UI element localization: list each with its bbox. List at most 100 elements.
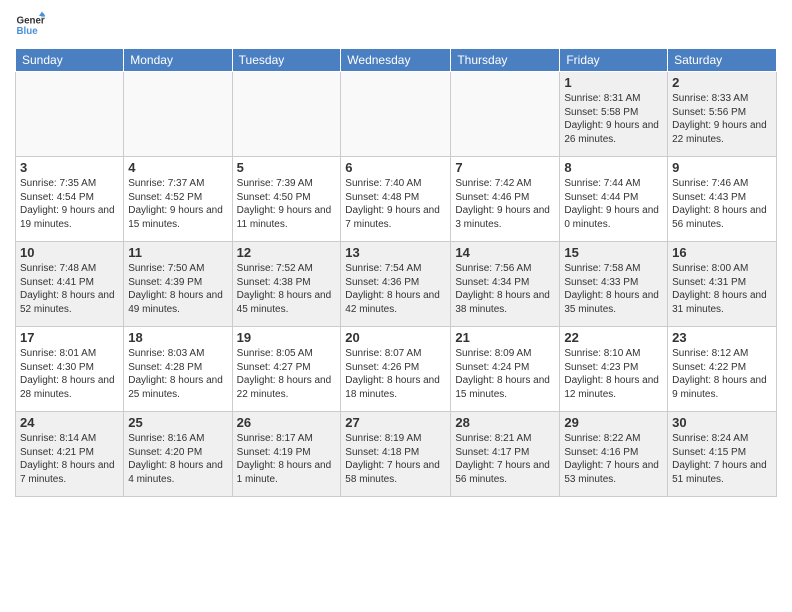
calendar-cell: 12Sunrise: 7:52 AM Sunset: 4:38 PM Dayli… [232, 242, 341, 327]
calendar: SundayMondayTuesdayWednesdayThursdayFrid… [15, 48, 777, 497]
day-info: Sunrise: 7:58 AM Sunset: 4:33 PM Dayligh… [564, 262, 663, 316]
day-info: Sunrise: 7:44 AM Sunset: 4:44 PM Dayligh… [564, 177, 663, 231]
calendar-cell: 1 Sunrise: 8:31 AM Sunset: 5:58 PM Daylig… [560, 72, 668, 157]
calendar-cell: 2 Sunrise: 8:33 AM Sunset: 5:56 PM Daylig… [668, 72, 777, 157]
calendar-cell: 13 Sunrise: 7:54 AM Sunset: 4:36 PM Dayli… [341, 242, 451, 327]
calendar-cell: 15 Sunrise: 7:58 AM Sunset: 4:33 PM Dayli… [560, 242, 668, 327]
calendar-cell: 22Sunrise: 8:10 AM Sunset: 4:23 PM Dayli… [560, 327, 668, 412]
day-number: 18 [128, 330, 227, 345]
day-info: Sunrise: 8:00 AM Sunset: 4:31 PM Dayligh… [672, 262, 772, 316]
calendar-cell: 17 Sunrise: 8:01 AM Sunset: 4:30 PM Dayli… [16, 327, 124, 412]
weekday-header: Wednesday [341, 49, 451, 72]
weekday-header-row: SundayMondayTuesdayWednesdayThursdayFrid… [16, 49, 777, 72]
calendar-cell: 24 Sunrise: 8:14 AM Sunset: 4:21 PM Dayli… [16, 412, 124, 497]
calendar-cell: 29 Sunrise: 8:22 AM Sunset: 4:16 PM Dayli… [560, 412, 668, 497]
day-info: Sunrise: 8:33 AM Sunset: 5:56 PM Dayligh… [672, 92, 772, 146]
calendar-week-row: 10 Sunrise: 7:48 AM Sunset: 4:41 PM Dayli… [16, 242, 777, 327]
day-number: 12 [237, 245, 337, 260]
calendar-week-row: 1 Sunrise: 8:31 AM Sunset: 5:58 PM Daylig… [16, 72, 777, 157]
calendar-cell: 26 Sunrise: 8:17 AM Sunset: 4:19 PM Dayli… [232, 412, 341, 497]
day-number: 28 [455, 415, 555, 430]
day-number: 3 [20, 160, 119, 175]
calendar-cell: 7 Sunrise: 7:42 AM Sunset: 4:46 PM Daylig… [451, 157, 560, 242]
day-number: 30 [672, 415, 772, 430]
day-info: Sunrise: 8:05 AM Sunset: 4:27 PM Dayligh… [237, 347, 337, 401]
day-info: Sunrise: 8:14 AM Sunset: 4:21 PM Dayligh… [20, 432, 119, 486]
day-info: Sunrise: 8:07 AM Sunset: 4:26 PM Dayligh… [345, 347, 446, 401]
calendar-cell: 21 Sunrise: 8:09 AM Sunset: 4:24 PM Dayli… [451, 327, 560, 412]
day-info: Sunrise: 8:19 AM Sunset: 4:18 PM Dayligh… [345, 432, 446, 486]
day-number: 25 [128, 415, 227, 430]
weekday-header: Saturday [668, 49, 777, 72]
calendar-week-row: 3 Sunrise: 7:35 AM Sunset: 4:54 PM Daylig… [16, 157, 777, 242]
calendar-body: 1 Sunrise: 8:31 AM Sunset: 5:58 PM Daylig… [16, 72, 777, 497]
day-info: Sunrise: 7:37 AM Sunset: 4:52 PM Dayligh… [128, 177, 227, 231]
day-info: Sunrise: 8:12 AM Sunset: 4:22 PM Dayligh… [672, 347, 772, 401]
calendar-cell [16, 72, 124, 157]
day-number: 15 [564, 245, 663, 260]
calendar-cell: 23Sunrise: 8:12 AM Sunset: 4:22 PM Dayli… [668, 327, 777, 412]
day-number: 27 [345, 415, 446, 430]
day-info: Sunrise: 7:48 AM Sunset: 4:41 PM Dayligh… [20, 262, 119, 316]
calendar-cell: 28Sunrise: 8:21 AM Sunset: 4:17 PM Dayli… [451, 412, 560, 497]
calendar-cell [341, 72, 451, 157]
calendar-week-row: 17 Sunrise: 8:01 AM Sunset: 4:30 PM Dayli… [16, 327, 777, 412]
calendar-cell: 6Sunrise: 7:40 AM Sunset: 4:48 PM Daylig… [341, 157, 451, 242]
day-number: 16 [672, 245, 772, 260]
day-number: 20 [345, 330, 446, 345]
day-info: Sunrise: 7:50 AM Sunset: 4:39 PM Dayligh… [128, 262, 227, 316]
day-info: Sunrise: 8:09 AM Sunset: 4:24 PM Dayligh… [455, 347, 555, 401]
day-number: 1 [564, 75, 663, 90]
calendar-cell: 27 Sunrise: 8:19 AM Sunset: 4:18 PM Dayli… [341, 412, 451, 497]
day-info: Sunrise: 7:40 AM Sunset: 4:48 PM Dayligh… [345, 177, 446, 231]
weekday-header: Tuesday [232, 49, 341, 72]
day-number: 21 [455, 330, 555, 345]
calendar-cell [124, 72, 232, 157]
day-number: 19 [237, 330, 337, 345]
day-info: Sunrise: 8:01 AM Sunset: 4:30 PM Dayligh… [20, 347, 119, 401]
calendar-cell [232, 72, 341, 157]
calendar-cell: 9 Sunrise: 7:46 AM Sunset: 4:43 PM Daylig… [668, 157, 777, 242]
weekday-header: Friday [560, 49, 668, 72]
calendar-cell [451, 72, 560, 157]
day-info: Sunrise: 8:17 AM Sunset: 4:19 PM Dayligh… [237, 432, 337, 486]
day-number: 9 [672, 160, 772, 175]
day-info: Sunrise: 7:42 AM Sunset: 4:46 PM Dayligh… [455, 177, 555, 231]
day-number: 24 [20, 415, 119, 430]
day-info: Sunrise: 8:03 AM Sunset: 4:28 PM Dayligh… [128, 347, 227, 401]
day-number: 7 [455, 160, 555, 175]
day-info: Sunrise: 7:46 AM Sunset: 4:43 PM Dayligh… [672, 177, 772, 231]
day-info: Sunrise: 7:56 AM Sunset: 4:34 PM Dayligh… [455, 262, 555, 316]
day-info: Sunrise: 7:39 AM Sunset: 4:50 PM Dayligh… [237, 177, 337, 231]
logo: General Blue [15, 10, 49, 40]
day-number: 10 [20, 245, 119, 260]
day-number: 13 [345, 245, 446, 260]
day-info: Sunrise: 8:31 AM Sunset: 5:58 PM Dayligh… [564, 92, 663, 146]
day-number: 14 [455, 245, 555, 260]
day-number: 8 [564, 160, 663, 175]
calendar-cell: 20 Sunrise: 8:07 AM Sunset: 4:26 PM Dayli… [341, 327, 451, 412]
calendar-cell: 10 Sunrise: 7:48 AM Sunset: 4:41 PM Dayli… [16, 242, 124, 327]
calendar-cell: 3 Sunrise: 7:35 AM Sunset: 4:54 PM Daylig… [16, 157, 124, 242]
day-number: 2 [672, 75, 772, 90]
day-info: Sunrise: 7:35 AM Sunset: 4:54 PM Dayligh… [20, 177, 119, 231]
day-number: 29 [564, 415, 663, 430]
day-number: 11 [128, 245, 227, 260]
day-info: Sunrise: 7:54 AM Sunset: 4:36 PM Dayligh… [345, 262, 446, 316]
calendar-cell: 4 Sunrise: 7:37 AM Sunset: 4:52 PM Daylig… [124, 157, 232, 242]
weekday-header: Monday [124, 49, 232, 72]
day-number: 4 [128, 160, 227, 175]
day-number: 17 [20, 330, 119, 345]
day-number: 22 [564, 330, 663, 345]
calendar-cell: 5Sunrise: 7:39 AM Sunset: 4:50 PM Daylig… [232, 157, 341, 242]
svg-text:Blue: Blue [17, 26, 39, 37]
calendar-cell: 14 Sunrise: 7:56 AM Sunset: 4:34 PM Dayli… [451, 242, 560, 327]
calendar-cell: 19 Sunrise: 8:05 AM Sunset: 4:27 PM Dayli… [232, 327, 341, 412]
day-info: Sunrise: 8:22 AM Sunset: 4:16 PM Dayligh… [564, 432, 663, 486]
calendar-cell: 18 Sunrise: 8:03 AM Sunset: 4:28 PM Dayli… [124, 327, 232, 412]
calendar-cell: 11 Sunrise: 7:50 AM Sunset: 4:39 PM Dayli… [124, 242, 232, 327]
weekday-header: Thursday [451, 49, 560, 72]
day-info: Sunrise: 8:16 AM Sunset: 4:20 PM Dayligh… [128, 432, 227, 486]
day-number: 26 [237, 415, 337, 430]
calendar-cell: 16 Sunrise: 8:00 AM Sunset: 4:31 PM Dayli… [668, 242, 777, 327]
